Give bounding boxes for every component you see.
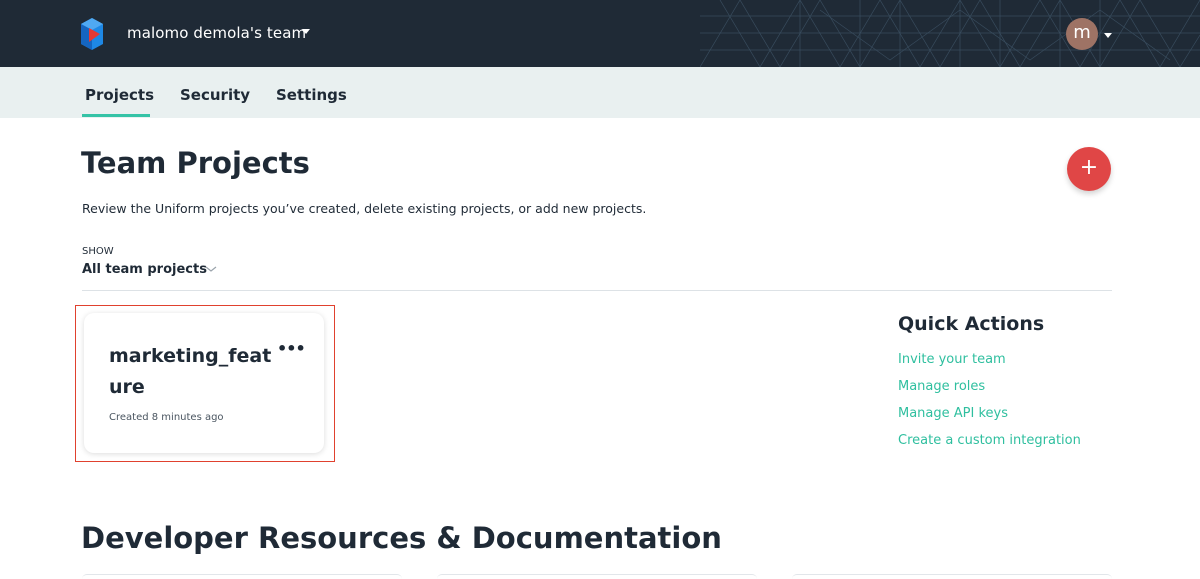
tab-bar: Projects Security Settings bbox=[0, 67, 1200, 118]
caret-down-icon[interactable] bbox=[1104, 33, 1112, 38]
project-card[interactable]: marketing_feature ••• Created 8 minutes … bbox=[84, 313, 324, 453]
filter-label: SHOW bbox=[82, 246, 114, 257]
more-horizontal-icon[interactable]: ••• bbox=[277, 339, 306, 358]
page-title: Team Projects bbox=[81, 146, 310, 180]
tab-settings[interactable]: Settings bbox=[276, 86, 347, 104]
page-subtitle: Review the Uniform projects you’ve creat… bbox=[82, 201, 647, 216]
active-tab-indicator bbox=[82, 114, 150, 117]
tab-projects[interactable]: Projects bbox=[85, 86, 154, 104]
quick-actions-title: Quick Actions bbox=[898, 313, 1045, 335]
project-filter-select[interactable]: All team projects bbox=[82, 262, 207, 277]
manage-api-keys-link[interactable]: Manage API keys bbox=[898, 406, 1008, 421]
project-created-time: Created 8 minutes ago bbox=[109, 412, 224, 423]
resource-card[interactable] bbox=[82, 574, 402, 579]
add-project-button[interactable]: + bbox=[1067, 147, 1111, 191]
developer-resources-title: Developer Resources & Documentation bbox=[81, 521, 722, 555]
resource-cards-peek bbox=[0, 574, 1200, 579]
tab-security[interactable]: Security bbox=[180, 86, 250, 104]
uniform-logo-icon[interactable] bbox=[80, 16, 104, 52]
user-avatar[interactable]: m bbox=[1066, 18, 1098, 50]
project-name[interactable]: marketing_feature bbox=[109, 341, 274, 403]
manage-roles-link[interactable]: Manage roles bbox=[898, 379, 985, 394]
team-switcher[interactable]: malomo demola's team bbox=[127, 24, 306, 42]
resource-card[interactable] bbox=[792, 574, 1112, 579]
resource-card[interactable] bbox=[437, 574, 757, 579]
header-background-pattern bbox=[700, 0, 1200, 67]
chevron-down-icon[interactable] bbox=[205, 264, 217, 274]
caret-down-icon[interactable] bbox=[302, 29, 310, 34]
invite-team-link[interactable]: Invite your team bbox=[898, 352, 1006, 367]
top-navigation-bar: malomo demola's team m bbox=[0, 0, 1200, 67]
create-custom-integration-link[interactable]: Create a custom integration bbox=[898, 433, 1081, 448]
section-divider bbox=[82, 290, 1112, 291]
